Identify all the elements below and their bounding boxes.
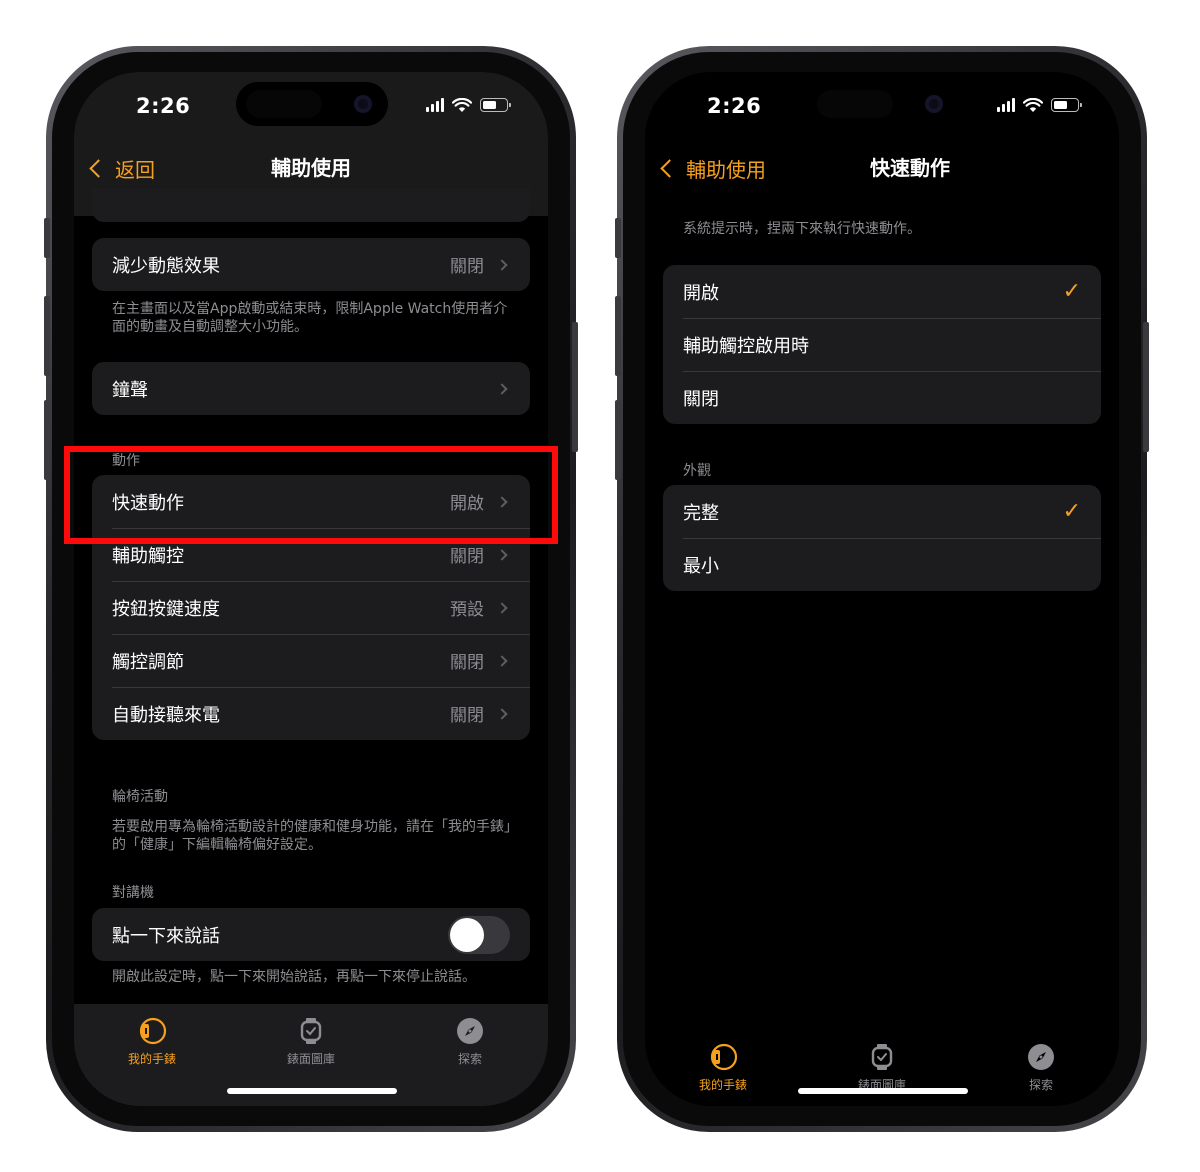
auto-answer-row[interactable]: 自動接聽來電 關閉 <box>92 687 530 740</box>
chimes-group: 鐘聲 <box>92 362 530 415</box>
appearance-full-row[interactable]: 完整 ✓ <box>663 485 1101 538</box>
reduce-motion-footer: 在主畫面以及當App啟動或結束時，限制Apple Watch使用者介面的動畫及自… <box>112 301 508 335</box>
tab-my-watch[interactable]: 我的手錶 <box>92 1016 212 1067</box>
touch-accommodations-row[interactable]: 觸控調節 關閉 <box>92 634 530 687</box>
toggle-knob <box>450 917 484 952</box>
chevron-right-icon <box>496 654 508 667</box>
appearance-group: 完整 ✓ 最小 <box>663 485 1101 591</box>
screen: 2:26 輔助使用 快速動作 系統提示時，捏兩下來執行快速動作。 開啟 ✓ 輔助… <box>645 72 1119 1106</box>
volume-down-button <box>44 400 50 480</box>
chimes-row[interactable]: 鐘聲 <box>92 362 530 415</box>
tab-discover[interactable]: 探索 <box>410 1016 530 1067</box>
mode-options-group: 開啟 ✓ 輔助觸控啟用時 關閉 <box>663 265 1101 424</box>
button-speed-row[interactable]: 按鈕按鍵速度 預設 <box>92 581 530 634</box>
wheelchair-section-header: 輪椅活動 <box>112 789 168 805</box>
home-indicator[interactable] <box>227 1088 397 1094</box>
previous-group-tail <box>92 188 530 222</box>
phone-right: 2:26 輔助使用 快速動作 系統提示時，捏兩下來執行快速動作。 開啟 ✓ 輔助… <box>615 46 1149 1132</box>
walkie-talkie-footer: 開啟此設定時，點一下來開始說話，再點一下來停止說話。 <box>112 969 476 985</box>
chevron-right-icon <box>496 548 508 561</box>
battery-icon <box>480 98 511 112</box>
dynamic-island <box>807 82 959 126</box>
checkmark-icon: ✓ <box>1062 499 1081 524</box>
compass-icon <box>457 1018 483 1044</box>
quick-actions-description: 系統提示時，捏兩下來執行快速動作。 <box>683 221 921 237</box>
navigation-bar: 返回 輔助使用 <box>74 146 548 190</box>
side-button <box>572 322 578 452</box>
watch-face-icon <box>300 1018 322 1044</box>
home-indicator[interactable] <box>798 1088 968 1094</box>
side-button <box>1143 322 1149 452</box>
tab-face-gallery[interactable]: 錶面圖庫 <box>251 1016 371 1067</box>
compass-icon <box>1028 1044 1054 1070</box>
volume-down-button <box>615 400 621 480</box>
watch-side-icon <box>710 1043 738 1071</box>
screen: 2:26 返回 輔助使用 減少動態效果 關閉 在主畫面以及當App啟動或結束時，… <box>74 72 548 1106</box>
tap-to-talk-toggle[interactable] <box>448 915 510 954</box>
battery-icon <box>1051 98 1082 112</box>
wifi-icon <box>452 97 472 112</box>
highlight-box <box>64 446 558 544</box>
status-time: 2:26 <box>136 94 191 118</box>
status-time: 2:26 <box>707 94 762 118</box>
volume-up-button <box>615 296 621 376</box>
page-title: 輔助使用 <box>271 156 351 180</box>
wifi-icon <box>1023 97 1043 112</box>
cellular-signal-icon <box>997 98 1015 112</box>
navigation-bar: 輔助使用 快速動作 <box>645 146 1119 190</box>
tab-discover[interactable]: 探索 <box>981 1042 1101 1093</box>
status-icons <box>997 96 1082 114</box>
status-icons <box>426 96 511 114</box>
chevron-right-icon <box>496 601 508 614</box>
cellular-signal-icon <box>426 98 444 112</box>
volume-up-button <box>44 296 50 376</box>
walkie-talkie-section-header: 對講機 <box>112 885 154 901</box>
walkie-talkie-group: 點一下來說話 <box>92 908 530 961</box>
tab-bar: 我的手錶 錶面圖庫 探索 <box>74 1004 548 1106</box>
option-assistive-touch-row[interactable]: 輔助觸控啟用時 <box>663 318 1101 371</box>
checkmark-icon: ✓ <box>1062 279 1081 304</box>
watch-side-icon <box>139 1017 167 1045</box>
dynamic-island <box>236 82 388 126</box>
chevron-right-icon <box>496 258 508 271</box>
chevron-right-icon <box>496 382 508 395</box>
tap-to-talk-row: 點一下來說話 <box>92 908 530 961</box>
tab-my-watch[interactable]: 我的手錶 <box>663 1042 783 1093</box>
appearance-minimal-row[interactable]: 最小 <box>663 538 1101 591</box>
watch-face-icon <box>871 1044 893 1070</box>
wheelchair-footer: 若要啟用專為輪椅活動設計的健康和健身功能，請在「我的手錶」的「健康」下編輯輪椅偏… <box>112 819 511 853</box>
reduce-motion-group: 減少動態效果 關閉 <box>92 238 530 291</box>
phone-left: 2:26 返回 輔助使用 減少動態效果 關閉 在主畫面以及當App啟動或結束時，… <box>44 46 578 1132</box>
tab-face-gallery[interactable]: 錶面圖庫 <box>822 1042 942 1093</box>
option-off-row[interactable]: 關閉 <box>663 371 1101 424</box>
chevron-right-icon <box>496 707 508 720</box>
action-button <box>615 218 621 258</box>
action-button <box>44 218 50 258</box>
page-title: 快速動作 <box>870 156 950 180</box>
option-on-row[interactable]: 開啟 ✓ <box>663 265 1101 318</box>
reduce-motion-row[interactable]: 減少動態效果 關閉 <box>92 238 530 291</box>
appearance-section-header: 外觀 <box>683 463 711 479</box>
tab-bar: 我的手錶 錶面圖庫 探索 <box>645 1030 1119 1106</box>
